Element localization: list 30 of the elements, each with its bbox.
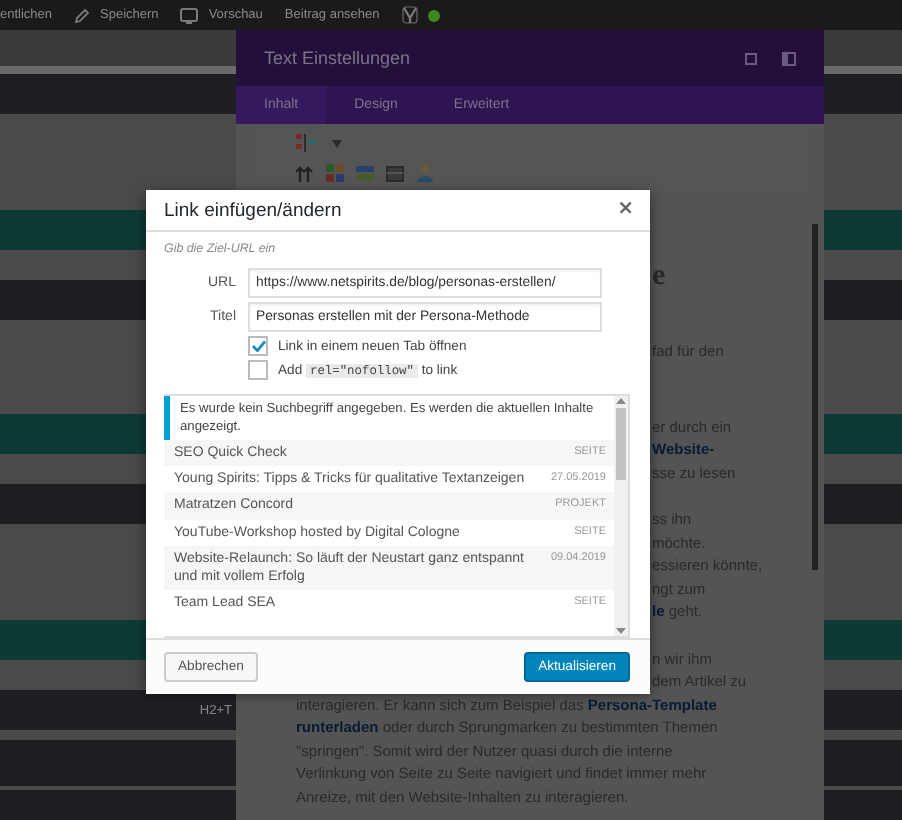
scroll-up-icon <box>616 398 626 404</box>
checkbox[interactable] <box>248 336 268 356</box>
list-icon <box>296 134 320 152</box>
row-bar <box>824 280 902 320</box>
panel-title: Text Einstellungen <box>264 48 411 68</box>
scrollbar[interactable] <box>614 396 628 636</box>
sidebar-icon <box>782 51 796 65</box>
checkbox[interactable] <box>248 360 268 380</box>
user-icon <box>416 164 434 182</box>
row-bar <box>824 620 902 660</box>
dialog-title: Link einfügen/ändern <box>164 199 342 221</box>
scroll-down-icon <box>616 628 626 634</box>
pencil-icon <box>74 7 91 23</box>
monitor-icon <box>180 7 199 23</box>
table-icon <box>386 165 404 181</box>
scroll-thumb[interactable] <box>616 408 626 480</box>
expand-icon <box>744 51 758 65</box>
status-dot-icon <box>427 9 440 21</box>
row-bar <box>824 740 902 786</box>
row-bar <box>824 690 902 730</box>
grid-icon <box>326 164 344 182</box>
caret-icon <box>332 139 342 147</box>
check-icon <box>251 340 265 352</box>
row-bar <box>824 210 902 250</box>
row-bar <box>824 414 902 454</box>
sort-icon <box>296 165 314 181</box>
plugin-logo-icon <box>401 6 418 24</box>
row-bar <box>824 484 902 524</box>
bars-icon <box>356 166 374 180</box>
close-button[interactable]: × <box>613 200 638 220</box>
